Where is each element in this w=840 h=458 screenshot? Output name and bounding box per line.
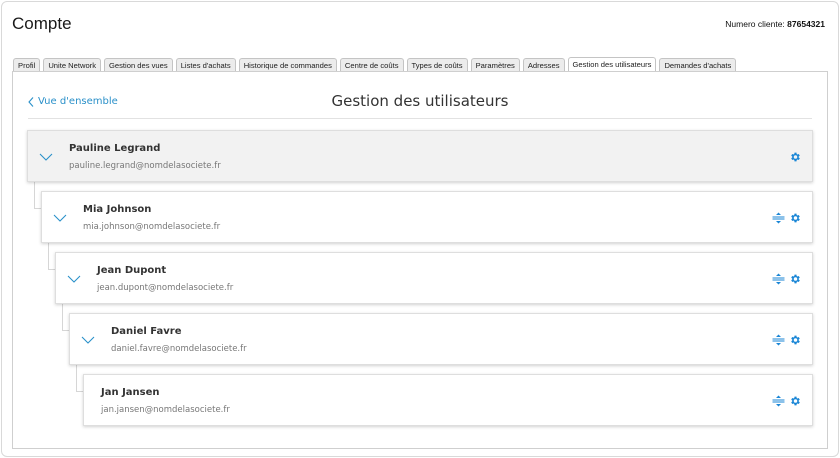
user-card[interactable]: Pauline Legrand pauline.legrand@nomdelas… <box>27 130 813 182</box>
tab-gestion-des-vues[interactable]: Gestion des vues <box>104 58 173 72</box>
content-panel: Vue d'ensemble Gestion des utilisateurs … <box>12 71 828 449</box>
tab-profil[interactable]: Profil <box>13 58 41 72</box>
tab-parametres[interactable]: Paramètres <box>470 58 520 72</box>
gear-icon[interactable] <box>789 334 801 346</box>
tab-listes-d-achats[interactable]: Listes d'achats <box>175 58 236 72</box>
user-name: Daniel Favre <box>111 326 182 337</box>
user-card[interactable]: Daniel Favre daniel.favre@nomdelasociete… <box>69 313 813 365</box>
tab-demandes-d-achats[interactable]: Demandes d'achats <box>659 58 737 72</box>
divider <box>28 118 812 119</box>
client-number-caption: Numero cliente: <box>725 19 785 29</box>
client-number-value: 87654321 <box>787 19 825 29</box>
move-vertical-icon[interactable] <box>772 273 785 285</box>
chevron-down-icon[interactable] <box>39 153 53 161</box>
tab-types-de-couts[interactable]: Types de coûts <box>406 58 468 72</box>
user-name: Jan Jansen <box>101 387 160 398</box>
user-email: daniel.favre@nomdelasociete.fr <box>111 344 247 354</box>
tab-historique-de-commandes[interactable]: Historique de commandes <box>238 58 337 72</box>
tab-gestion-des-utilisateurs[interactable]: Gestion des utilisateurs <box>567 57 657 72</box>
chevron-down-icon[interactable] <box>81 336 95 344</box>
tree-connector <box>34 182 41 209</box>
move-vertical-icon[interactable] <box>772 334 785 346</box>
window-frame: Compte Numero cliente: 87654321 Profil U… <box>1 1 839 457</box>
tab-adresses[interactable]: Adresses <box>522 58 565 72</box>
tab-centre-de-couts[interactable]: Centre de coûts <box>339 58 404 72</box>
client-number-label: Numero cliente: 87654321 <box>725 19 825 29</box>
move-vertical-icon[interactable] <box>772 212 785 224</box>
page-title: Compte <box>12 14 72 33</box>
user-card[interactable]: Mia Johnson mia.johnson@nomdelasociete.f… <box>41 191 813 243</box>
tab-unite-network[interactable]: Unite Network <box>43 58 101 72</box>
user-email: jean.dupont@nomdelasociete.fr <box>97 283 234 293</box>
section-title: Gestion des utilisateurs <box>331 92 509 110</box>
user-email: pauline.legrand@nomdelasociete.fr <box>69 161 221 171</box>
gear-icon[interactable] <box>789 273 801 285</box>
user-email: mia.johnson@nomdelasociete.fr <box>83 222 221 232</box>
user-card[interactable]: Jean Dupont jean.dupont@nomdelasociete.f… <box>55 252 813 304</box>
chevron-down-icon[interactable] <box>53 214 67 222</box>
user-name: Mia Johnson <box>83 204 152 215</box>
move-vertical-icon[interactable] <box>772 395 785 407</box>
user-card[interactable]: Jan Jansen jan.jansen@nomdelasociete.fr <box>83 374 813 426</box>
user-name: Jean Dupont <box>97 265 167 276</box>
gear-icon[interactable] <box>789 212 801 224</box>
user-email: jan.jansen@nomdelasociete.fr <box>101 405 230 415</box>
tab-bar: Profil Unite Network Gestion des vues Li… <box>13 57 737 72</box>
gear-icon[interactable] <box>789 151 801 163</box>
gear-icon[interactable] <box>789 395 801 407</box>
tree-connector <box>62 304 69 331</box>
tree-connector <box>76 365 83 392</box>
chevron-down-icon[interactable] <box>67 275 81 283</box>
user-name: Pauline Legrand <box>69 143 161 154</box>
tree-connector <box>48 243 55 270</box>
